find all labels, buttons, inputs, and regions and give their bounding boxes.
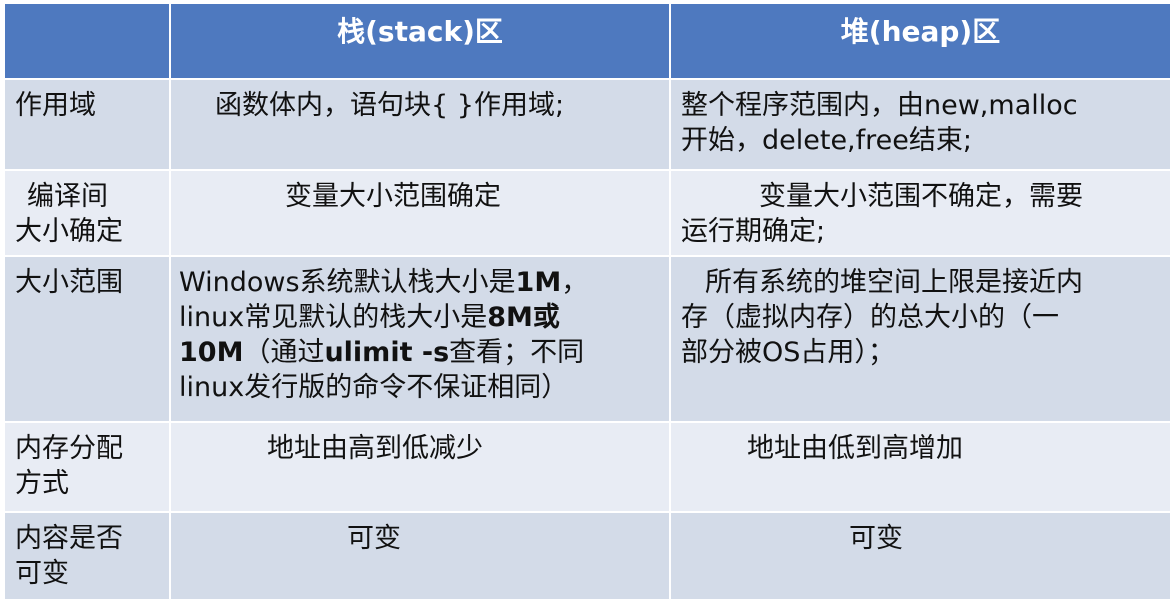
comparison-table: 栈(stack)区 堆(heap)区 作用域 函数体内，语句块{ }作用域; 整…: [3, 2, 1172, 601]
heap-text-line: 变量大小范围不确定，需要: [759, 181, 1083, 212]
header-row: 栈(stack)区 堆(heap)区: [3, 2, 1172, 80]
stack-cell-scope: 函数体内，语句块{ }作用域;: [169, 78, 671, 171]
stack-text-line: 函数体内，语句块{ }作用域;: [215, 90, 565, 121]
heap-text-line: 部分被OS占用）；: [681, 337, 895, 368]
heap-text-line: 开始，delete,free结束;: [681, 125, 972, 156]
row-label-line: 内容是否: [15, 523, 123, 554]
row-label-line: 方式: [15, 468, 69, 499]
stack-text-bold: 10M: [179, 337, 244, 368]
stack-text-bold: 1M: [515, 267, 562, 298]
heap-text-line: 存（虚拟内存）的总大小的（一: [681, 302, 1059, 333]
row-label-line: 编译间: [27, 181, 108, 212]
stack-cell-allocation: 地址由高到低减少: [169, 421, 671, 513]
row-label-line: 内存分配: [15, 433, 123, 464]
heap-text-line: 地址由低到高增加: [747, 433, 963, 464]
row-label-compile-size: 编译间 大小确定: [3, 169, 171, 257]
row-label-line: 大小确定: [15, 216, 123, 247]
heap-text-line: 运行期确定;: [681, 216, 826, 247]
header-corner: [3, 2, 171, 80]
header-heap: 堆(heap)区: [669, 2, 1172, 80]
stack-cell-compile-size: 变量大小范围确定: [169, 169, 671, 257]
stack-text-run: （通过: [243, 337, 325, 368]
stack-cell-size-range: Windows系统默认栈大小是1M， linux常见默认的栈大小是8M或 10M…: [169, 255, 671, 423]
stack-text-bold: 8M或: [487, 302, 560, 333]
row-label-allocation: 内存分配 方式: [3, 421, 171, 513]
stack-text-line: Windows系统默认栈大小是1M，: [179, 265, 661, 300]
header-stack: 栈(stack)区: [169, 2, 671, 80]
row-label-size-range: 大小范围: [3, 255, 171, 423]
stack-text-line: 可变: [347, 523, 401, 554]
stack-text-line: linux常见默认的栈大小是8M或: [179, 300, 661, 335]
stack-text-run: ，: [561, 267, 589, 298]
table-row: 大小范围 Windows系统默认栈大小是1M， linux常见默认的栈大小是8M…: [3, 255, 1172, 423]
heap-cell-compile-size: 变量大小范围不确定，需要 运行期确定;: [669, 169, 1172, 257]
row-label-scope: 作用域: [3, 78, 171, 171]
heap-cell-size-range: 所有系统的堆空间上限是接近内 存（虚拟内存）的总大小的（一 部分被OS占用）；: [669, 255, 1172, 423]
stack-text-bold: ulimit -s: [324, 337, 450, 368]
table-row: 内存分配 方式 地址由高到低减少 地址由低到高增加: [3, 421, 1172, 513]
stack-text-line: 10M（通过ulimit -s查看；不同: [179, 335, 661, 370]
table-row: 内容是否 可变 可变 可变: [3, 511, 1172, 601]
stack-text-run: linux常见默认的栈大小是: [179, 302, 488, 333]
heap-text-line: 可变: [849, 523, 903, 554]
row-label-line: 可变: [15, 558, 69, 589]
stack-text-line: linux发行版的命令不保证相同）: [179, 372, 569, 403]
table-row: 作用域 函数体内，语句块{ }作用域; 整个程序范围内，由new,malloc …: [3, 78, 1172, 171]
heap-cell-scope: 整个程序范围内，由new,malloc 开始，delete,free结束;: [669, 78, 1172, 171]
heap-text-line: 整个程序范围内，由new,malloc: [681, 90, 1078, 121]
heap-text-line: 所有系统的堆空间上限是接近内: [705, 267, 1083, 298]
stack-text-run: 查看；不同: [449, 337, 585, 368]
heap-cell-mutable: 可变: [669, 511, 1172, 601]
stack-cell-mutable: 可变: [169, 511, 671, 601]
row-label-line: 作用域: [15, 90, 96, 121]
stack-text-line: 地址由高到低减少: [267, 433, 483, 464]
stack-text-line: 变量大小范围确定: [285, 181, 501, 212]
stack-text-run: Windows系统默认栈大小是: [179, 267, 516, 298]
table-row: 编译间 大小确定 变量大小范围确定 变量大小范围不确定，需要 运行期确定;: [3, 169, 1172, 257]
heap-cell-allocation: 地址由低到高增加: [669, 421, 1172, 513]
row-label-mutable: 内容是否 可变: [3, 511, 171, 601]
row-label-line: 大小范围: [15, 267, 123, 298]
